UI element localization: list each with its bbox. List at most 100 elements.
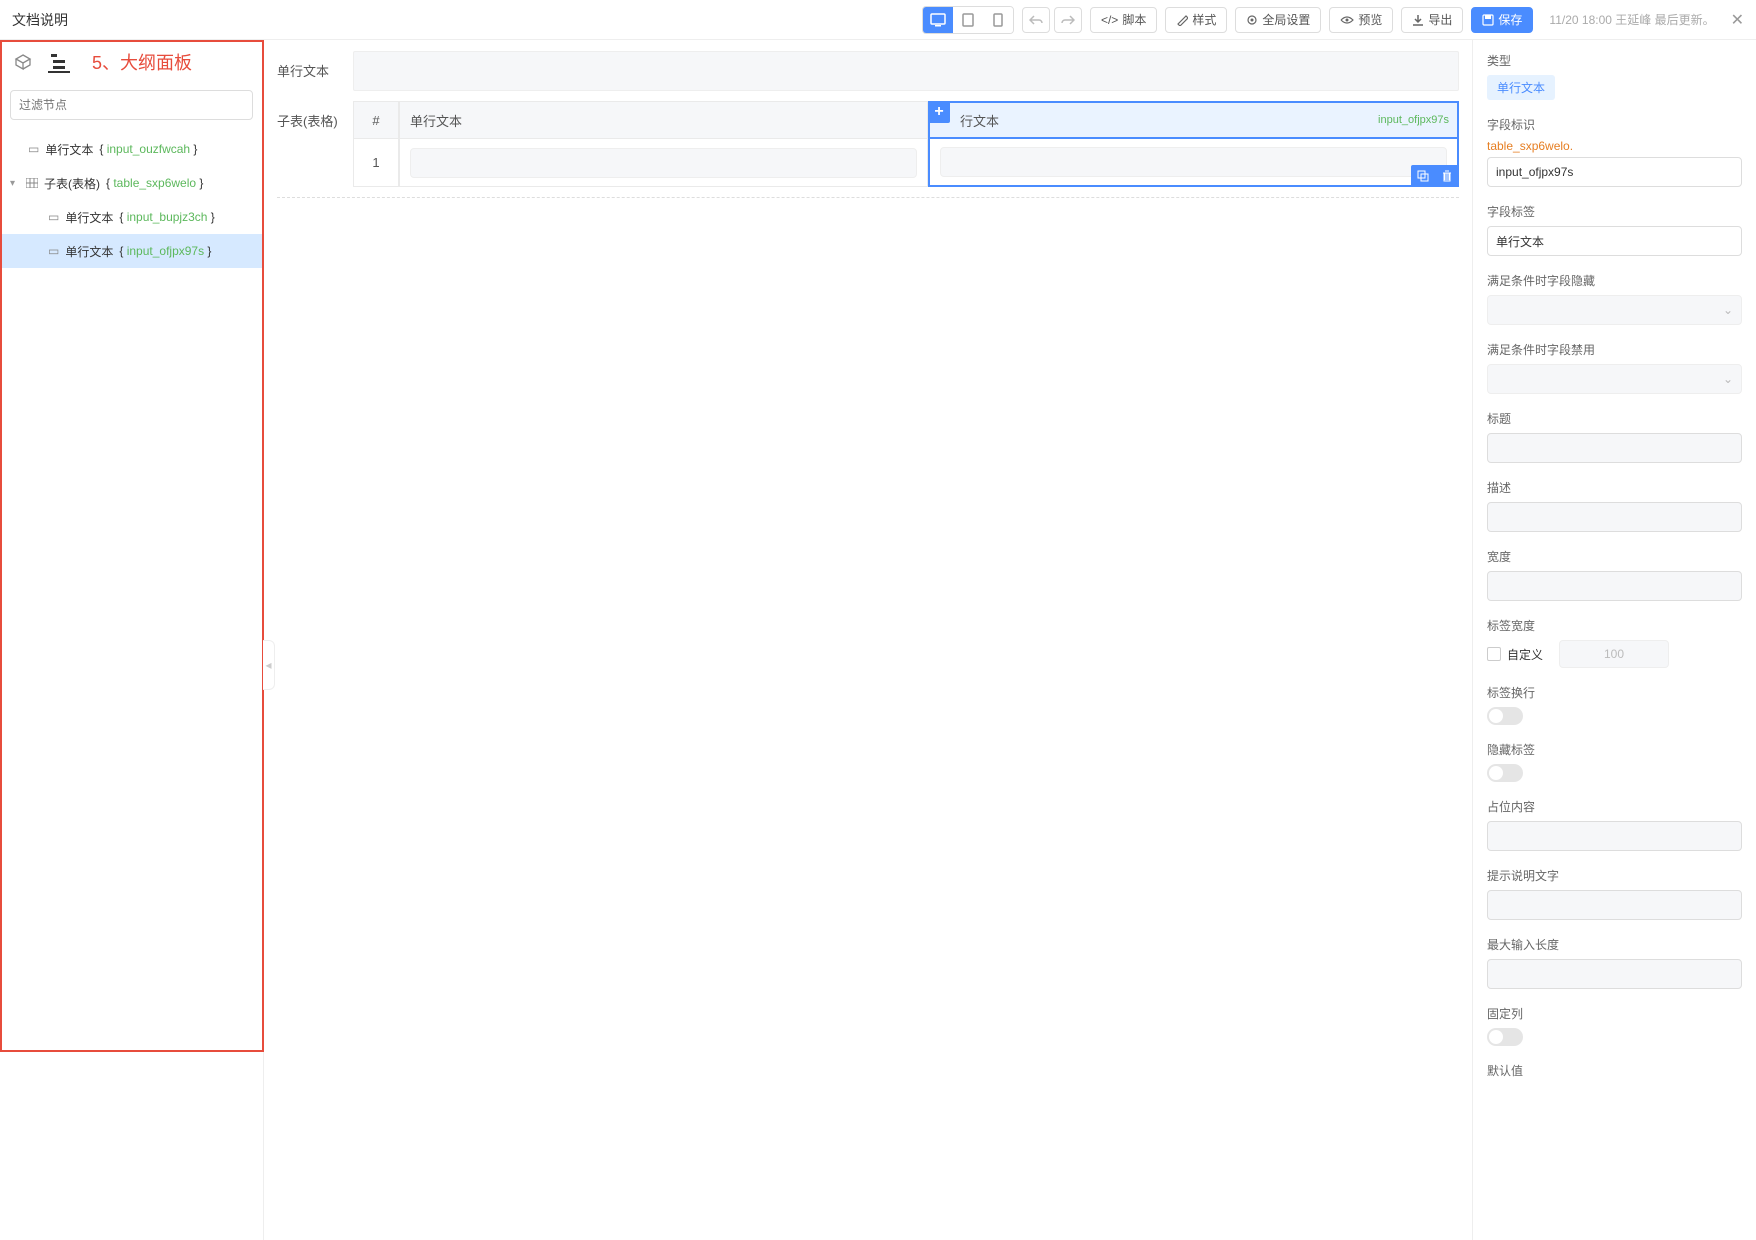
doc-title: 文档说明 <box>12 10 922 30</box>
fixed-col-label: 固定列 <box>1487 1005 1742 1022</box>
annotation-text: 5、大纲面板 <box>92 49 251 75</box>
cell-input-1[interactable] <box>410 148 917 178</box>
canvas[interactable]: 单行文本 子表(表格) # 单行文本 + 行文本 input_ofjpx97s <box>264 40 1472 1240</box>
prop-maxlen: 最大输入长度 <box>1487 936 1742 989</box>
field-id-prefix: table_sxp6welo. <box>1487 139 1742 153</box>
prop-fixed-col: 固定列 <box>1487 1005 1742 1046</box>
label-width-number[interactable]: 100 <box>1559 640 1669 668</box>
undo-icon <box>1029 14 1043 26</box>
export-button[interactable]: 导出 <box>1401 7 1463 33</box>
redo-button[interactable] <box>1054 7 1082 33</box>
chevron-down-icon: ⌄ <box>1723 372 1733 386</box>
cube-icon <box>14 53 32 71</box>
tree-item-label: 单行文本 <box>45 141 93 158</box>
tree-item-table-sxp6welo[interactable]: ▾ 子表(表格) { table_sxp6welo } <box>0 166 263 200</box>
field-icon: ▭ <box>48 210 59 224</box>
label-wrap-toggle[interactable] <box>1487 707 1523 725</box>
tree-item-id: { input_ofjpx97s } <box>119 244 211 258</box>
filter-nodes-input[interactable] <box>10 90 253 120</box>
subtable-row: 子表(表格) # 单行文本 + 行文本 input_ofjpx97s 1 <box>277 101 1459 187</box>
download-icon <box>1412 14 1424 26</box>
style-label: 样式 <box>1192 11 1216 28</box>
save-label: 保存 <box>1498 11 1522 28</box>
tree-item-input-ofjpx97s[interactable]: ▭ 单行文本 { input_ofjpx97s } <box>0 234 263 268</box>
code-icon: </> <box>1101 13 1118 27</box>
disable-cond-label: 满足条件时字段禁用 <box>1487 341 1742 358</box>
desc-input[interactable] <box>1487 502 1742 532</box>
style-button[interactable]: 样式 <box>1165 7 1227 33</box>
fixed-col-toggle[interactable] <box>1487 1028 1523 1046</box>
title-input[interactable] <box>1487 433 1742 463</box>
hint-input[interactable] <box>1487 890 1742 920</box>
delete-cell-button[interactable] <box>1435 165 1459 187</box>
desktop-icon <box>930 13 946 27</box>
custom-checkbox[interactable] <box>1487 647 1501 661</box>
device-desktop[interactable] <box>923 7 953 33</box>
field-id-input[interactable] <box>1487 157 1742 187</box>
default-label: 默认值 <box>1487 1062 1742 1079</box>
device-switcher <box>922 6 1014 34</box>
tree-item-input-bupjz3ch[interactable]: ▭ 单行文本 { input_bupjz3ch } <box>0 200 263 234</box>
collapse-left-panel[interactable]: ◂ <box>263 640 275 690</box>
copy-icon <box>1417 170 1429 182</box>
prop-desc: 描述 <box>1487 479 1742 532</box>
close-button[interactable]: ✕ <box>1731 10 1744 30</box>
script-button[interactable]: </> 脚本 <box>1090 7 1157 33</box>
save-button[interactable]: 保存 <box>1471 7 1533 33</box>
hide-cond-select[interactable]: ⌄ <box>1487 295 1742 325</box>
top-field-input[interactable] <box>353 51 1459 91</box>
tree-item-label: 单行文本 <box>65 243 113 260</box>
add-column-badge[interactable]: + <box>928 101 950 123</box>
collapse-right-panel[interactable]: ▸ <box>1472 640 1473 690</box>
global-settings-button[interactable]: 全局设置 <box>1235 7 1321 33</box>
field-tag-label: 字段标签 <box>1487 203 1742 220</box>
outline-tab[interactable] <box>48 51 70 73</box>
field-tag-input[interactable] <box>1487 226 1742 256</box>
tree-item-id: { input_bupjz3ch } <box>119 210 214 224</box>
hide-cond-label: 满足条件时字段隐藏 <box>1487 272 1742 289</box>
hint-label: 提示说明文字 <box>1487 867 1742 884</box>
copy-cell-button[interactable] <box>1411 165 1435 187</box>
tree-item-input-ouzfwcah[interactable]: ▭ 单行文本 { input_ouzfwcah } <box>0 132 263 166</box>
maxlen-input[interactable] <box>1487 959 1742 989</box>
preview-label: 预览 <box>1358 11 1382 28</box>
chevron-down-icon: ▾ <box>10 178 20 189</box>
width-input[interactable] <box>1487 571 1742 601</box>
prop-title: 标题 <box>1487 410 1742 463</box>
gear-icon <box>1246 14 1258 26</box>
placeholder-input[interactable] <box>1487 821 1742 851</box>
components-tab[interactable] <box>12 51 34 73</box>
prop-field-tag: 字段标签 <box>1487 203 1742 256</box>
top-field-label: 单行文本 <box>277 51 353 80</box>
disable-cond-select[interactable]: ⌄ <box>1487 364 1742 394</box>
title-label: 标题 <box>1487 410 1742 427</box>
device-mobile[interactable] <box>983 7 1013 33</box>
script-label: 脚本 <box>1122 11 1146 28</box>
cell-input-2[interactable] <box>940 147 1447 177</box>
properties-panel: ▸ 类型 单行文本 字段标识 table_sxp6welo. 字段标签 满足条件… <box>1472 40 1756 1240</box>
th-col-1[interactable]: 单行文本 <box>399 101 928 139</box>
device-tablet[interactable] <box>953 7 983 33</box>
label-width-label: 标签宽度 <box>1487 617 1742 634</box>
preview-button[interactable]: 预览 <box>1329 7 1393 33</box>
placeholder-label: 占位内容 <box>1487 798 1742 815</box>
prop-hide-cond: 满足条件时字段隐藏 ⌄ <box>1487 272 1742 325</box>
tree-item-label: 子表(表格) <box>44 175 100 192</box>
td-row-num: 1 <box>353 139 399 187</box>
subtable-label: 子表(表格) <box>277 101 353 130</box>
td-col-2-selected[interactable] <box>928 139 1459 187</box>
hide-label-toggle[interactable] <box>1487 764 1523 782</box>
mobile-icon <box>993 13 1003 27</box>
td-col-1[interactable] <box>399 139 928 187</box>
maxlen-label: 最大输入长度 <box>1487 936 1742 953</box>
list-icon <box>50 53 68 69</box>
th-col-2-selected[interactable]: + 行文本 input_ofjpx97s <box>928 101 1459 139</box>
field-id-label: 字段标识 <box>1487 116 1742 133</box>
prop-type-label: 类型 <box>1487 52 1742 69</box>
topbar: 文档说明 </> 脚本 样式 <box>0 0 1756 40</box>
undo-button[interactable] <box>1022 7 1050 33</box>
tree-item-label: 单行文本 <box>65 209 113 226</box>
custom-width-row: 自定义 100 <box>1487 640 1742 668</box>
last-saved-info: 11/20 18:00 王延峰 最后更新。 <box>1549 11 1714 28</box>
label-wrap-label: 标签换行 <box>1487 684 1742 701</box>
